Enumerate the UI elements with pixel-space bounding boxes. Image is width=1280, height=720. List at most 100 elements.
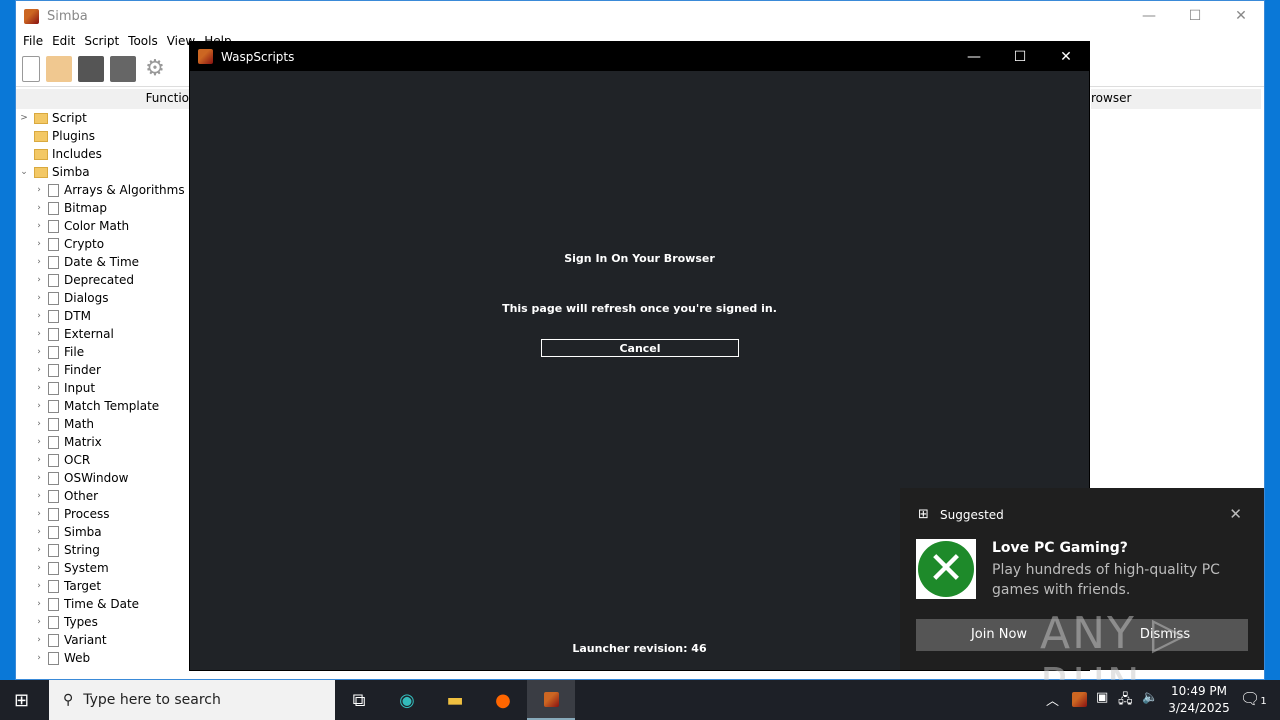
document-icon <box>48 651 59 665</box>
tray-overflow-icon[interactable]: ︿ <box>1046 690 1059 709</box>
expand-arrow-icon[interactable]: › <box>33 473 45 483</box>
tree-item[interactable]: Plugins <box>16 127 191 145</box>
expand-arrow-icon[interactable]: › <box>33 383 45 393</box>
tree-item[interactable]: › Bitmap <box>16 199 191 217</box>
tree-item[interactable]: › Target <box>16 577 191 595</box>
tree-item[interactable]: › Web <box>16 649 191 667</box>
expand-arrow-icon[interactable]: › <box>33 203 45 213</box>
tree-item[interactable]: › Input <box>16 379 191 397</box>
expand-arrow-icon[interactable]: › <box>33 401 45 411</box>
expand-arrow-icon[interactable]: › <box>33 617 45 627</box>
expand-arrow-icon[interactable]: › <box>33 239 45 249</box>
window-title: Simba <box>47 8 88 24</box>
tree-item[interactable]: › Color Math <box>16 217 191 235</box>
expand-arrow-icon[interactable]: › <box>33 563 45 573</box>
firefox-icon[interactable]: ● <box>479 680 527 720</box>
new-file-icon[interactable] <box>22 55 40 82</box>
expand-arrow-icon[interactable]: › <box>33 221 45 231</box>
tree-item[interactable]: › Process <box>16 505 191 523</box>
tree-item[interactable]: › Other <box>16 487 191 505</box>
maximize-button[interactable]: ☐ <box>1172 1 1218 31</box>
tree-item[interactable]: › Dialogs <box>16 289 191 307</box>
tree-item[interactable]: › String <box>16 541 191 559</box>
expand-arrow-icon[interactable]: › <box>33 545 45 555</box>
expand-arrow-icon[interactable]: › <box>33 185 45 195</box>
expand-arrow-icon[interactable]: › <box>33 491 45 501</box>
tree-item[interactable]: › System <box>16 559 191 577</box>
save-icon[interactable] <box>78 55 104 82</box>
notification-center-icon[interactable]: 🗨1 <box>1240 689 1267 708</box>
tree-item[interactable]: › Finder <box>16 361 191 379</box>
task-view-icon[interactable]: ⧉ <box>335 680 383 720</box>
taskbar-search[interactable]: ⚲ Type here to search <box>49 680 335 720</box>
tree-item[interactable]: › Simba <box>16 523 191 541</box>
tree-item[interactable]: › Deprecated <box>16 271 191 289</box>
save-all-icon[interactable] <box>110 55 136 82</box>
network-icon[interactable]: 🖧 <box>1118 690 1133 712</box>
simba-taskbar-icon[interactable] <box>527 680 575 720</box>
document-icon <box>48 435 59 449</box>
menu-script[interactable]: Script <box>84 31 128 51</box>
wasp-minimize-button[interactable]: — <box>951 42 997 71</box>
menu-file[interactable]: File <box>23 31 52 51</box>
tree-item[interactable]: › Match Template <box>16 397 191 415</box>
tree-item[interactable]: › Time & Date <box>16 595 191 613</box>
expand-arrow-icon[interactable]: › <box>33 293 45 303</box>
tree-item[interactable]: > Script <box>16 109 191 127</box>
document-icon <box>48 543 59 557</box>
expand-arrow-icon[interactable]: › <box>33 329 45 339</box>
windows-start-icon[interactable]: ⊞ <box>14 690 29 711</box>
expand-arrow-icon[interactable]: › <box>33 347 45 357</box>
tree-item[interactable]: ⌄ Simba <box>16 163 191 181</box>
gear-icon[interactable]: ⚙ <box>142 56 168 82</box>
open-folder-icon[interactable] <box>46 55 72 82</box>
tree-item-label: Target <box>64 579 102 593</box>
expand-arrow-icon[interactable]: › <box>33 437 45 447</box>
tree-item[interactable]: › External <box>16 325 191 343</box>
tree-item[interactable]: › Math <box>16 415 191 433</box>
wasp-title: WaspScripts <box>221 49 295 64</box>
expand-arrow-icon[interactable]: › <box>33 419 45 429</box>
simba-logo-icon <box>24 8 39 24</box>
tree-item[interactable]: › File <box>16 343 191 361</box>
tree-item[interactable]: › Crypto <box>16 235 191 253</box>
expand-arrow-icon[interactable]: › <box>33 599 45 609</box>
toast-close-icon[interactable]: ✕ <box>1229 505 1242 523</box>
minimize-button[interactable]: — <box>1126 1 1172 31</box>
cancel-button[interactable]: Cancel <box>541 339 739 357</box>
tree-item[interactable]: › Variant <box>16 631 191 649</box>
clock[interactable]: 10:49 PM 3/24/2025 <box>1166 683 1232 717</box>
expand-arrow-icon[interactable]: › <box>33 455 45 465</box>
expand-arrow-icon[interactable]: › <box>33 311 45 321</box>
expand-arrow-icon[interactable]: › <box>33 365 45 375</box>
tree-item-label: Arrays & Algorithms <box>64 183 185 197</box>
expand-arrow-icon[interactable]: › <box>33 527 45 537</box>
document-icon <box>48 381 59 395</box>
tree-item[interactable]: › Date & Time <box>16 253 191 271</box>
tree-item[interactable]: › OSWindow <box>16 469 191 487</box>
tree-item[interactable]: › Matrix <box>16 433 191 451</box>
expand-arrow-icon[interactable]: › <box>33 257 45 267</box>
volume-icon[interactable]: 🔈 <box>1142 690 1158 705</box>
tree-item[interactable]: › DTM <box>16 307 191 325</box>
tree-item[interactable]: Includes <box>16 145 191 163</box>
menu-edit[interactable]: Edit <box>52 31 84 51</box>
file-explorer-icon[interactable]: ▬ <box>431 680 479 720</box>
expand-arrow-icon[interactable]: ⌄ <box>18 167 30 177</box>
expand-arrow-icon[interactable]: › <box>33 581 45 591</box>
tree-item[interactable]: › Arrays & Algorithms <box>16 181 191 199</box>
expand-arrow-icon[interactable]: › <box>33 275 45 285</box>
tray-simba-icon[interactable] <box>1072 692 1087 707</box>
menu-tools[interactable]: Tools <box>128 31 167 51</box>
expand-arrow-icon[interactable]: › <box>33 635 45 645</box>
edge-icon[interactable]: ◉ <box>383 680 431 720</box>
expand-arrow-icon[interactable]: › <box>33 509 45 519</box>
tree-item[interactable]: › Types <box>16 613 191 631</box>
expand-arrow-icon[interactable]: > <box>18 113 30 123</box>
tree-item[interactable]: › OCR <box>16 451 191 469</box>
expand-arrow-icon[interactable]: › <box>33 653 45 663</box>
wasp-close-button[interactable]: ✕ <box>1043 42 1089 71</box>
wasp-maximize-button[interactable]: ☐ <box>997 42 1043 71</box>
meet-icon[interactable]: ▣ <box>1096 690 1108 705</box>
close-button[interactable]: ✕ <box>1218 1 1264 31</box>
